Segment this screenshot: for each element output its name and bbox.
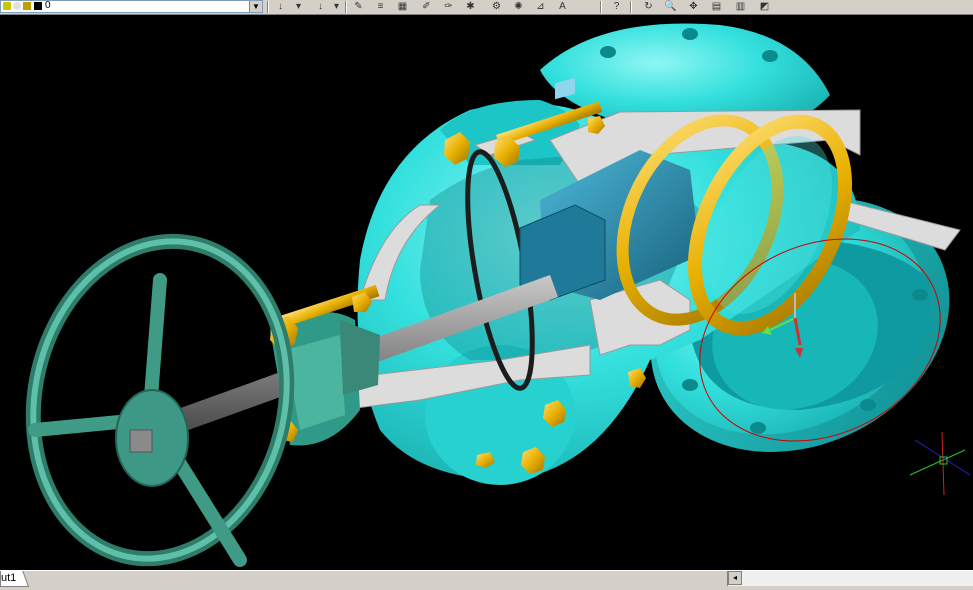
- valve-3d-model[interactable]: [0, 15, 973, 570]
- match-properties-icon[interactable]: ✑: [440, 0, 457, 14]
- layer-color-swatch: [34, 2, 42, 10]
- 3d-box-icon[interactable]: ◩: [756, 0, 773, 14]
- layer-on-icon: [3, 2, 11, 10]
- toolbar-separator: [267, 1, 269, 13]
- zoom-icon[interactable]: 🔍: [662, 0, 679, 14]
- dropdown-disabled-icon[interactable]: ▾: [328, 0, 345, 14]
- stem-end: [129, 429, 153, 453]
- orbit-icon[interactable]: ↻: [640, 0, 657, 14]
- layer-name: 0: [45, 0, 51, 11]
- view-cube-icon[interactable]: ▥: [732, 0, 749, 14]
- layer-freeze-icon: [13, 2, 21, 10]
- lights-icon[interactable]: ⊿: [532, 0, 549, 14]
- layout-tabs-bar: ut1 ◂: [0, 570, 973, 590]
- toolbar-separator: [600, 1, 602, 13]
- markup-icon[interactable]: ✱: [462, 0, 479, 14]
- layer-lock-icon: [23, 2, 31, 10]
- tool-palette-icon[interactable]: ✐: [418, 0, 435, 14]
- layer-dropdown-arrow-icon[interactable]: ▼: [249, 1, 262, 12]
- horizontal-scrollbar[interactable]: ◂: [727, 571, 973, 586]
- design-center-icon[interactable]: ▦: [394, 0, 411, 14]
- text-style-icon[interactable]: A: [554, 0, 571, 14]
- drawing-viewport[interactable]: [0, 15, 973, 570]
- named-views-icon[interactable]: ▤: [708, 0, 725, 14]
- dropdown-icon[interactable]: ▾: [290, 0, 307, 14]
- tab-layout1[interactable]: ut1: [0, 571, 30, 587]
- toolbar: 0 ▼ ↓ ▾ ↓ ▾ ✎ ≡ ▦ ✐ ✑ ✱ ⚙ ✺ ⊿ A? ↻ 🔍 ✥ ▤ ▥ ◩: [0, 0, 973, 15]
- scroll-left-arrow-icon[interactable]: ◂: [728, 571, 742, 585]
- help-icon[interactable]: ?: [608, 0, 625, 14]
- toolbar-separator: [345, 1, 347, 13]
- ucs-icon: [909, 431, 971, 496]
- pan-icon[interactable]: ✥: [685, 0, 702, 14]
- layer-combo[interactable]: 0 ▼: [0, 0, 263, 13]
- insert-disabled-icon[interactable]: ↓: [312, 0, 329, 14]
- toolbar-separator: [630, 1, 632, 13]
- materials-icon[interactable]: ✺: [510, 0, 527, 14]
- properties-icon[interactable]: ≡: [372, 0, 389, 14]
- sketch-icon[interactable]: ✎: [350, 0, 367, 14]
- render-icon[interactable]: ⚙: [488, 0, 505, 14]
- insert-block-arrow-icon[interactable]: ↓: [272, 0, 289, 14]
